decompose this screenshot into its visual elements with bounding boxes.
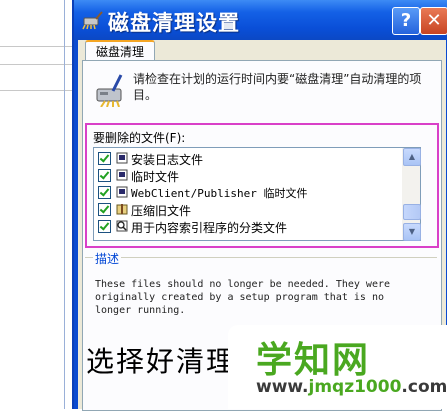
scroll-up-button[interactable]: ▲ — [403, 148, 421, 166]
files-list[interactable]: 安装日志文件 临时文件 WebClient/Publisher 临时文件 压缩旧… — [93, 147, 421, 241]
checkbox[interactable] — [98, 169, 111, 182]
file-item-label: 临时文件 — [131, 170, 180, 184]
title-bar[interactable]: 磁盘清理设置 ? ✕ — [74, 0, 447, 40]
file-item-label: 安装日志文件 — [131, 153, 204, 167]
list-item[interactable]: WebClient/Publisher 临时文件 — [94, 184, 402, 201]
search-index-icon — [116, 220, 128, 232]
watermark-url: www.jmqz1000.com — [256, 377, 447, 397]
file-item-label: WebClient/Publisher 临时文件 — [131, 187, 308, 200]
description-text: These files should no longer be needed. … — [95, 279, 391, 316]
list-item[interactable]: 安装日志文件 — [94, 150, 402, 167]
webclient-file-icon — [116, 186, 128, 198]
log-file-icon — [116, 152, 128, 164]
caption-text: 选择好清理 — [86, 345, 237, 378]
list-item[interactable]: 用于内容索引程序的分类文件 — [94, 218, 402, 235]
divider — [0, 46, 74, 47]
list-item[interactable]: 压缩旧文件 — [94, 201, 402, 218]
help-button[interactable]: ? — [392, 7, 420, 35]
description-label: 描述 — [93, 250, 122, 267]
checkbox[interactable] — [98, 203, 111, 216]
divider — [0, 64, 74, 65]
broom-icon — [82, 11, 103, 30]
disk-cleanup-icon — [96, 74, 123, 107]
page-background-strip — [0, 0, 74, 409]
watermark-logo-text: 学知网 — [256, 340, 371, 381]
file-item-label: 用于内容索引程序的分类文件 — [131, 221, 288, 235]
intro-text: 请检查在计划的运行时间内要“磁盘清理”自动清理的项目。 — [133, 72, 422, 102]
list-scrollbar[interactable]: ▲ ▼ — [402, 148, 421, 241]
tab-disk-cleanup[interactable]: 磁盘清理 — [85, 40, 155, 62]
list-item[interactable]: 临时文件 — [94, 167, 402, 184]
watermark-url-suffix: .com — [401, 377, 447, 397]
window-title: 磁盘清理设置 — [108, 11, 240, 35]
scroll-thumb[interactable] — [403, 204, 421, 220]
site-watermark: 学知网 www.jmqz1000.com — [228, 325, 447, 409]
compress-icon — [116, 204, 128, 215]
watermark-url-domain: jmqz1000 — [308, 377, 402, 397]
files-list-content: 安装日志文件 临时文件 WebClient/Publisher 临时文件 压缩旧… — [94, 148, 402, 240]
temp-file-icon — [116, 169, 128, 181]
checkbox[interactable] — [98, 152, 111, 165]
file-item-label: 压缩旧文件 — [131, 204, 192, 218]
divider — [64, 0, 65, 409]
watermark-url-prefix: www. — [256, 377, 309, 397]
scroll-down-button[interactable]: ▼ — [403, 223, 421, 241]
checkbox[interactable] — [98, 220, 111, 233]
files-highlight-box: 要删除的文件(F): 安装日志文件 临时文件 WebClient/Publish… — [85, 123, 439, 248]
checkbox[interactable] — [98, 186, 111, 199]
files-to-delete-label: 要删除的文件(F): — [93, 131, 186, 145]
divider — [0, 90, 74, 91]
close-button[interactable]: ✕ — [420, 7, 447, 35]
